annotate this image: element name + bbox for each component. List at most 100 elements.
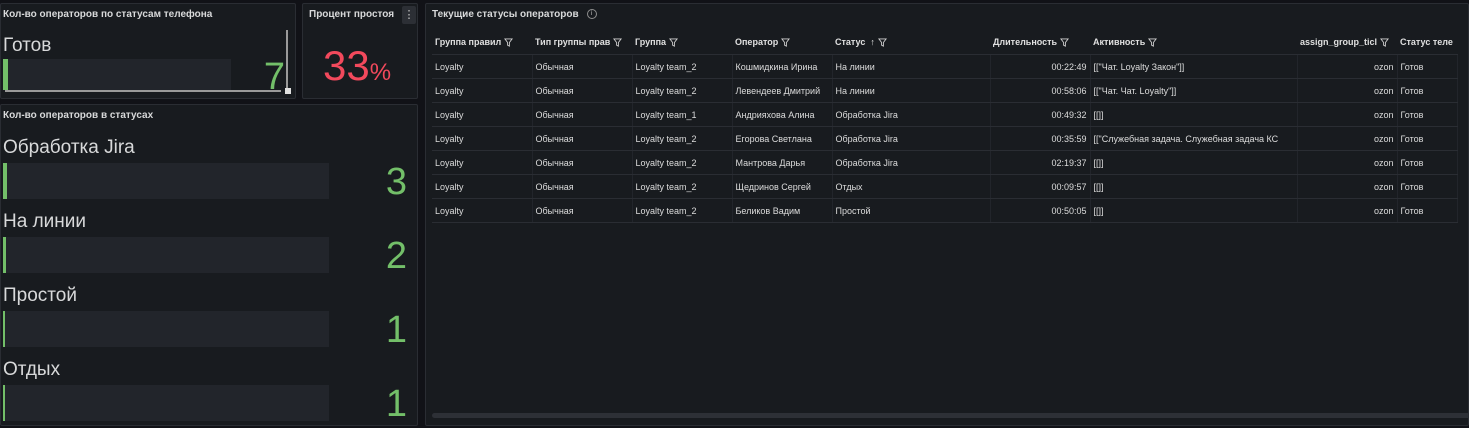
phone-status-panel: Кол-во операторов по статусам телефона Г… [0,3,296,99]
table-cell: 00:58:06 [990,78,1091,103]
table-cell: 00:50:05 [990,198,1091,223]
bar-fill [3,385,5,421]
table-cell: Loyalty [432,150,533,175]
table-cell: 00:49:32 [990,102,1091,127]
table-cell: Готов [1397,150,1458,175]
column-header[interactable]: Длительность [990,30,1090,55]
table-row[interactable]: Loyalty Обычная Loyalty team_1 Андрияхова А… [432,102,1458,127]
filter-icon[interactable] [669,38,679,47]
table-cell: Мантрова Дарья [732,150,833,175]
table-row[interactable]: Loyalty Обычная Loyalty team_2 Кошмидкина И… [432,54,1458,79]
table-cell: [[]] [1090,198,1298,223]
table-row[interactable]: Loyalty Обычная Loyalty team_2 Егорова Свет… [432,126,1458,151]
table-cell: Loyalty team_2 [632,54,733,79]
table-cell: Loyalty [432,102,533,127]
vertical-dots-icon[interactable]: ⋮ [402,6,416,24]
operators-table: Группа правил Тип группы прав Группа Операт… [432,30,1458,223]
filter-icon[interactable] [504,38,514,47]
table-row[interactable]: Loyalty Обычная Loyalty team_2 Беликов Вади… [432,198,1458,223]
filter-icon[interactable] [613,38,623,47]
bar-value-online: 2 [385,235,407,277]
bar-idle [3,311,329,347]
table-cell: ozon [1297,198,1398,223]
table-row[interactable]: Loyalty Обычная Loyalty team_2 Мантрова Дар… [432,150,1458,175]
panel-title: Процент простоя [309,9,395,20]
table-cell: Loyalty team_2 [632,78,733,103]
column-header-label: Активность [1093,36,1146,47]
filter-icon[interactable] [781,38,791,47]
column-header[interactable]: Тип группы прав [532,30,632,55]
column-header-label: Статус теле [1400,37,1453,47]
column-header-label: Оператор [735,36,779,47]
bottom-rule [5,90,281,92]
column-header-label: Длительность [993,36,1058,47]
table-cell: Обработка Jira [832,102,991,127]
table-cell: На линии [832,78,991,103]
column-header[interactable]: Группа [632,30,732,55]
table-cell: ozon [1297,78,1398,103]
table-cell: Андрияхова Алина [732,102,833,127]
filter-icon[interactable] [877,38,887,47]
filter-icon[interactable] [1060,38,1070,47]
table-cell: Loyalty team_2 [632,174,733,199]
corner-handle[interactable] [285,88,291,94]
bar-ready [3,59,231,90]
table-cell: ozon [1297,54,1398,79]
table-cell: Loyalty [432,174,533,199]
info-icon[interactable]: i [586,9,597,20]
resize-handle[interactable] [286,30,288,88]
table-cell: 02:19:37 [990,150,1091,175]
table-cell: Простой [832,198,991,223]
bar-value-jira: 3 [385,161,407,203]
column-header[interactable]: assign_group_ticl [1297,30,1397,55]
table-cell: Обычная [532,78,633,103]
table-cell: Готов [1397,102,1458,127]
table-row[interactable]: Loyalty Обычная Loyalty team_2 Левендеев Дм… [432,78,1458,103]
table-cell: Отдых [832,174,991,199]
table-header: Группа правил Тип группы прав Группа Операт… [432,30,1457,55]
horizontal-scrollbar[interactable] [432,413,1468,418]
table-cell: Обычная [532,102,633,127]
table-cell: [["Чат. Loyalty Закон"]] [1090,54,1298,79]
column-header[interactable]: Статус ↑ [832,30,990,55]
table-cell: Егорова Светлана [732,126,833,151]
column-header-label: Группа правил [435,36,502,47]
bar-value-ready: 7 [263,56,285,98]
table-cell: 00:09:57 [990,174,1091,199]
bar-label-idle: Простой [3,285,77,306]
table-cell: [["Чат. Чат. Loyalty"]] [1090,78,1298,103]
bar-online [3,237,329,273]
column-header-label: assign_group_ticl [1300,36,1378,47]
sort-asc-icon[interactable]: ↑ [870,37,875,47]
column-header[interactable]: Активность [1090,30,1297,55]
bar-label-online: На линии [3,211,86,232]
idle-percent-number: 33 [323,42,370,89]
table-cell: Готов [1397,78,1458,103]
filter-icon[interactable] [1380,38,1390,47]
column-header[interactable]: Оператор [732,30,832,55]
column-header[interactable]: Группа правил [432,30,532,55]
table-cell: ozon [1297,126,1398,151]
table-cell: Готов [1397,198,1458,223]
table-cell: Loyalty [432,54,533,79]
table-cell: На линии [832,54,991,79]
column-header-label: Тип группы прав [535,36,611,47]
panel-title: Кол-во операторов по статусам телефона [3,9,213,20]
table-cell: Обычная [532,198,633,223]
table-cell: ozon [1297,150,1398,175]
filter-icon[interactable] [1148,38,1158,47]
table-cell: 00:22:49 [990,54,1091,79]
table-cell: Обычная [532,126,633,151]
bar-rest [3,385,329,421]
table-cell: Loyalty team_2 [632,198,733,223]
table-cell: Loyalty team_1 [632,102,733,127]
table-body: Loyalty Обычная Loyalty team_2 Кошмидкина И… [432,54,1458,223]
table-cell: ozon [1297,174,1398,199]
bar-label-jira: Обработка Jira [3,137,135,158]
column-header[interactable]: Статус теле [1397,30,1457,55]
bar-value-rest: 1 [385,383,407,425]
table-row[interactable]: Loyalty Обычная Loyalty team_2 Щедринов Сер… [432,174,1458,199]
table-cell: Loyalty team_2 [632,126,733,151]
idle-percent-unit: % [369,59,392,86]
bar-fill [3,237,6,273]
